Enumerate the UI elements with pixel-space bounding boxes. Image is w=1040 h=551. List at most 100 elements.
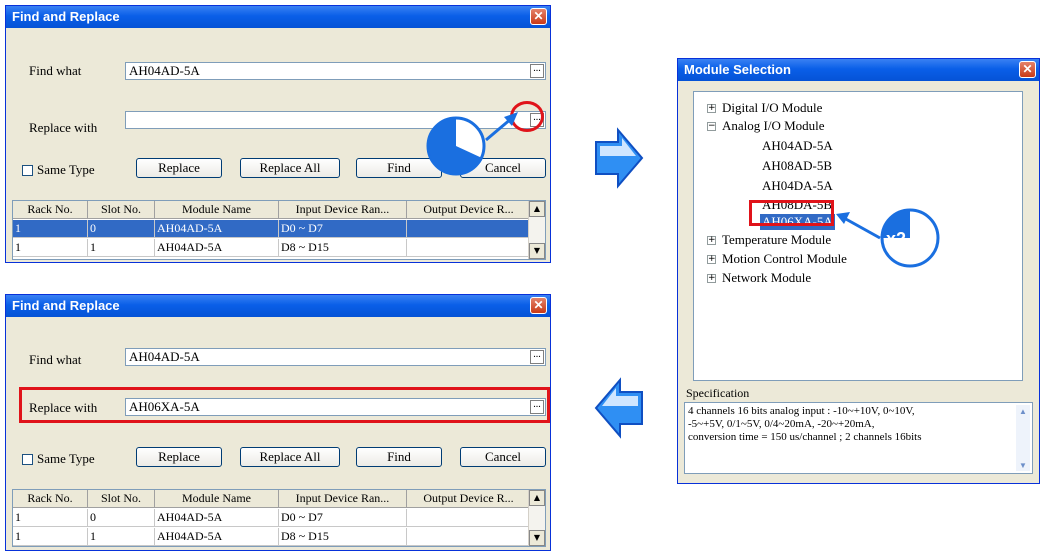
close-icon[interactable]: ✕ [530, 297, 547, 314]
table-cell: AH04AD-5A [155, 239, 279, 257]
tree-item-motion-control[interactable]: Motion Control Module [722, 251, 847, 267]
same-type-label: Same Type [37, 451, 95, 466]
table-cell: D0 ~ D7 [279, 220, 407, 238]
dialog-title-bar[interactable]: Find and Replace ✕ [6, 6, 550, 28]
column-header[interactable]: Module Name [155, 201, 279, 219]
table-cell: AH04AD-5A [155, 528, 279, 546]
find-what-value: AH04AD-5A [129, 63, 200, 78]
same-type-checkbox[interactable] [22, 165, 33, 176]
scroll-down-icon[interactable]: ▼ [1016, 459, 1030, 471]
spec-line: conversion time = 150 us/channel ; 2 cha… [688, 431, 922, 443]
find-what-field[interactable]: AH04AD-5A ... [125, 62, 546, 80]
double-click-label: x2 [886, 229, 906, 249]
column-header[interactable]: Slot No. [88, 201, 155, 219]
table-cell: D8 ~ D15 [279, 528, 407, 546]
expand-icon[interactable]: + [707, 274, 716, 283]
table-cell [407, 239, 531, 257]
table-cell [407, 509, 531, 527]
dialog-title-bar[interactable]: Find and Replace ✕ [6, 295, 550, 317]
cancel-button[interactable]: Cancel [460, 447, 546, 467]
table-cell: 1 [13, 220, 88, 238]
selected-module-highlight [749, 200, 834, 226]
tree-item-analog-io[interactable]: Analog I/O Module [722, 118, 825, 134]
table-cell: 1 [88, 528, 155, 546]
tree-item-digital-io[interactable]: Digital I/O Module [722, 100, 822, 116]
dialog-title: Module Selection [684, 62, 791, 77]
step-2-marker: x2 [836, 208, 940, 268]
table-cell: 1 [13, 528, 88, 546]
replace-all-button[interactable]: Replace All [240, 447, 340, 467]
column-header[interactable]: Output Device R... [407, 490, 531, 508]
find-what-browse-button[interactable]: ... [530, 64, 544, 78]
tree-item-temperature[interactable]: Temperature Module [722, 232, 831, 248]
table-cell: 0 [88, 220, 155, 238]
column-header[interactable]: Input Device Ran... [279, 201, 407, 219]
table-cell: D0 ~ D7 [279, 509, 407, 527]
replace-with-browse-button[interactable]: ... [530, 400, 544, 414]
tree-item-ah04ad[interactable]: AH04AD-5A [762, 138, 833, 154]
flow-arrow-right-icon [595, 127, 644, 189]
spec-line: -5~+5V, 0/1~5V, 0/4~20mA, -20~+20mA, [688, 418, 875, 430]
spec-scrollbar[interactable]: ▲ ▼ [1016, 405, 1030, 471]
table-cell: AH04AD-5A [155, 220, 279, 238]
tree-item-ah08ad[interactable]: AH08AD-5B [762, 158, 832, 174]
module-table: Rack No. Slot No. Module Name Input Devi… [12, 200, 546, 260]
expand-icon[interactable]: + [707, 104, 716, 113]
scroll-up-icon[interactable]: ▲ [529, 201, 545, 217]
find-what-browse-button[interactable]: ... [530, 350, 544, 364]
scroll-up-icon[interactable]: ▲ [1016, 405, 1030, 417]
find-what-field[interactable]: AH04AD-5A ... [125, 348, 546, 366]
tree-item-ah04da[interactable]: AH04DA-5A [762, 178, 833, 194]
table-header: Rack No. Slot No. Module Name Input Devi… [13, 490, 531, 508]
dialog-title: Find and Replace [12, 298, 120, 313]
module-table: Rack No. Slot No. Module Name Input Devi… [12, 489, 546, 547]
specification-label: Specification [686, 386, 750, 400]
same-type-checkbox[interactable] [22, 454, 33, 465]
expand-icon[interactable]: + [707, 255, 716, 264]
table-scrollbar[interactable]: ▲ ▼ [528, 490, 545, 546]
same-type-label: Same Type [37, 162, 95, 177]
collapse-icon[interactable]: − [707, 122, 716, 131]
table-cell: D8 ~ D15 [279, 239, 407, 257]
close-icon[interactable]: ✕ [530, 8, 547, 25]
replace-all-button[interactable]: Replace All [240, 158, 340, 178]
scroll-down-icon[interactable]: ▼ [529, 530, 545, 546]
flow-arrow-left-icon [594, 377, 643, 439]
find-what-label: Find what [29, 352, 82, 367]
find-what-label: Find what [29, 63, 82, 78]
table-header: Rack No. Slot No. Module Name Input Devi… [13, 201, 531, 219]
expand-icon[interactable]: + [707, 236, 716, 245]
dialog-title-bar[interactable]: Module Selection ✕ [678, 59, 1039, 81]
find-replace-dialog-bottom: Find and Replace ✕ Find what AH04AD-5A .… [5, 294, 551, 551]
column-header[interactable]: Output Device R... [407, 201, 531, 219]
column-header[interactable]: Input Device Ran... [279, 490, 407, 508]
table-row[interactable]: 1 0 AH04AD-5A D0 ~ D7 [13, 220, 531, 238]
replace-button[interactable]: Replace [136, 158, 222, 178]
replace-button[interactable]: Replace [136, 447, 222, 467]
table-row[interactable]: 1 1 AH04AD-5A D8 ~ D15 [13, 239, 531, 257]
replace-with-field[interactable]: AH06XA-5A ... [125, 398, 546, 416]
step-1-marker [426, 112, 518, 176]
table-cell: 1 [13, 239, 88, 257]
specification-text: 4 channels 16 bits analog input : -10~+1… [684, 402, 1033, 474]
table-cell: 1 [88, 239, 155, 257]
column-header[interactable]: Module Name [155, 490, 279, 508]
table-row[interactable]: 1 1 AH04AD-5A D8 ~ D15 [13, 528, 531, 546]
replace-with-label: Replace with [29, 120, 98, 135]
column-header[interactable]: Rack No. [13, 490, 88, 508]
replace-with-value: AH06XA-5A [129, 399, 200, 414]
scroll-up-icon[interactable]: ▲ [529, 490, 545, 506]
table-scrollbar[interactable]: ▲ ▼ [528, 201, 545, 259]
find-button[interactable]: Find [356, 447, 442, 467]
table-cell: 0 [88, 509, 155, 527]
scroll-down-icon[interactable]: ▼ [529, 243, 545, 259]
replace-with-label: Replace with [29, 400, 98, 415]
close-icon[interactable]: ✕ [1019, 61, 1036, 78]
table-row[interactable]: 1 0 AH04AD-5A D0 ~ D7 [13, 509, 531, 527]
tree-item-network[interactable]: Network Module [722, 270, 811, 286]
spec-line: 4 channels 16 bits analog input : -10~+1… [688, 405, 915, 417]
find-what-value: AH04AD-5A [129, 349, 200, 364]
column-header[interactable]: Slot No. [88, 490, 155, 508]
column-header[interactable]: Rack No. [13, 201, 88, 219]
dialog-title: Find and Replace [12, 9, 120, 24]
